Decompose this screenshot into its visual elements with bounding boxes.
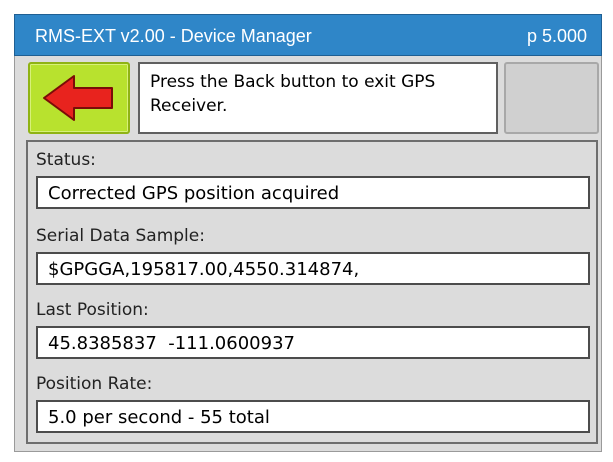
title-bar: RMS-EXT v2.00 - Device Manager p 5.000 bbox=[14, 14, 602, 56]
position-rate-label: Position Rate: bbox=[36, 374, 153, 394]
page-number: p 5.000 bbox=[526, 26, 587, 46]
last-position-field: 45.8385837 -111.0600937 bbox=[36, 326, 590, 359]
position-rate-field: 5.0 per second - 55 total bbox=[36, 400, 590, 433]
position-rate-value: 5.0 per second - 55 total bbox=[48, 407, 270, 428]
status-value: Corrected GPS position acquired bbox=[48, 183, 340, 204]
blank-button[interactable] bbox=[504, 62, 599, 134]
status-field: Corrected GPS position acquired bbox=[36, 176, 590, 209]
serial-data-field: $GPGGA,195817.00,4550.314874, bbox=[36, 252, 590, 285]
left-arrow-icon bbox=[43, 75, 113, 121]
instruction-message-box: Press the Back button to exit GPS Receiv… bbox=[138, 62, 498, 134]
last-position-value: 45.8385837 -111.0600937 bbox=[48, 333, 295, 354]
last-position-label: Last Position: bbox=[36, 300, 149, 320]
status-label: Status: bbox=[36, 150, 96, 170]
serial-data-label: Serial Data Sample: bbox=[36, 226, 205, 246]
back-button[interactable] bbox=[28, 62, 130, 134]
serial-data-value: $GPGGA,195817.00,4550.314874, bbox=[48, 259, 360, 280]
instruction-text: Press the Back button to exit GPS Receiv… bbox=[150, 72, 436, 116]
window-title: RMS-EXT v2.00 - Device Manager bbox=[35, 26, 312, 46]
